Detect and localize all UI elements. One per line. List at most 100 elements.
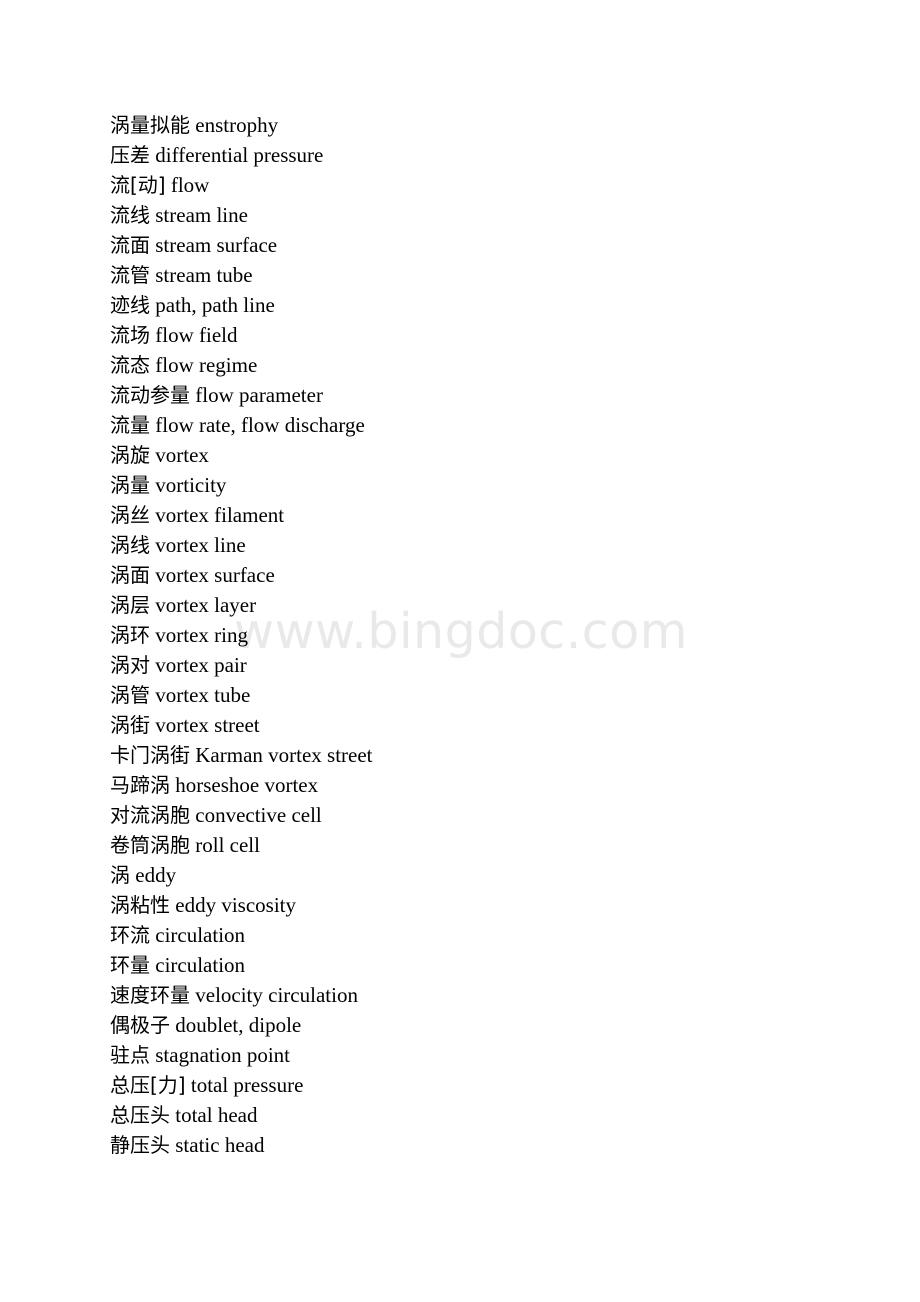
- glossary-entry: 涡量 vorticity: [110, 470, 880, 500]
- glossary-entry: 驻点 stagnation point: [110, 1040, 880, 1070]
- glossary-entry: 涡环 vortex ring: [110, 620, 880, 650]
- term-chinese: 涡街: [110, 713, 150, 737]
- term-chinese: 迹线: [110, 293, 150, 317]
- term-english: enstrophy: [195, 113, 279, 137]
- glossary-entry: 对流涡胞 convective cell: [110, 800, 880, 830]
- term-english: convective cell: [195, 803, 322, 827]
- glossary-entry: 流[动] flow: [110, 170, 880, 200]
- term-english: stagnation point: [155, 1043, 290, 1067]
- term-chinese: 涡环: [110, 623, 150, 647]
- glossary-entry: 总压[力] total pressure: [110, 1070, 880, 1100]
- term-chinese: 环量: [110, 953, 150, 977]
- term-chinese: 涡层: [110, 593, 150, 617]
- term-chinese: 涡管: [110, 683, 150, 707]
- glossary-entry: 环流 circulation: [110, 920, 880, 950]
- term-chinese: 流场: [110, 323, 150, 347]
- glossary-entry: 涡面 vortex surface: [110, 560, 880, 590]
- term-chinese: 压差: [110, 143, 150, 167]
- term-english: flow rate, flow discharge: [155, 413, 365, 437]
- glossary-entry: 流面 stream surface: [110, 230, 880, 260]
- term-chinese: 涡量: [110, 473, 150, 497]
- term-english: horseshoe vortex: [175, 773, 319, 797]
- term-chinese: 总压头: [110, 1103, 170, 1127]
- term-chinese: 静压头: [110, 1133, 170, 1157]
- term-english: flow parameter: [195, 383, 323, 407]
- glossary-entry: 流动参量 flow parameter: [110, 380, 880, 410]
- glossary-entry: 涡管 vortex tube: [110, 680, 880, 710]
- glossary-entry: 卷筒涡胞 roll cell: [110, 830, 880, 860]
- glossary-entry: 涡层 vortex layer: [110, 590, 880, 620]
- term-english: vortex filament: [155, 503, 285, 527]
- term-chinese: 驻点: [110, 1043, 150, 1067]
- term-chinese: 卷筒涡胞: [110, 833, 190, 857]
- term-chinese: 对流涡胞: [110, 803, 190, 827]
- term-chinese: 流管: [110, 263, 150, 287]
- glossary-entry: 涡街 vortex street: [110, 710, 880, 740]
- term-chinese: 涡丝: [110, 503, 150, 527]
- glossary-entry: 马蹄涡 horseshoe vortex: [110, 770, 880, 800]
- term-english: vortex tube: [155, 683, 251, 707]
- term-english: vortex: [155, 443, 209, 467]
- glossary-term-list: 涡量拟能 enstrophy 压差 differential pressure 流[…: [110, 110, 880, 1160]
- term-chinese: 流量: [110, 413, 150, 437]
- term-english: static head: [175, 1133, 265, 1157]
- term-chinese: 涡面: [110, 563, 150, 587]
- glossary-entry: 流量 flow rate, flow discharge: [110, 410, 880, 440]
- term-chinese: 偶极子: [110, 1013, 170, 1037]
- glossary-entry: 涡粘性 eddy viscosity: [110, 890, 880, 920]
- term-chinese: 涡量拟能: [110, 113, 190, 137]
- term-english: vortex layer: [155, 593, 257, 617]
- term-chinese: 涡对: [110, 653, 150, 677]
- term-english: stream tube: [155, 263, 253, 287]
- term-chinese: 涡旋: [110, 443, 150, 467]
- term-english: roll cell: [195, 833, 260, 857]
- glossary-entry: 环量 circulation: [110, 950, 880, 980]
- term-chinese: 卡门涡街: [110, 743, 190, 767]
- term-english: total pressure: [190, 1073, 304, 1097]
- glossary-entry: 流场 flow field: [110, 320, 880, 350]
- term-english: circulation: [155, 953, 246, 977]
- term-chinese: 环流: [110, 923, 150, 947]
- term-chinese: 马蹄涡: [110, 773, 170, 797]
- glossary-entry: 流线 stream line: [110, 200, 880, 230]
- term-chinese: 涡: [110, 863, 130, 887]
- glossary-entry: 涡线 vortex line: [110, 530, 880, 560]
- glossary-entry: 迹线 path, path line: [110, 290, 880, 320]
- term-english: path, path line: [155, 293, 275, 317]
- glossary-entry: 压差 differential pressure: [110, 140, 880, 170]
- glossary-entry: 流管 stream tube: [110, 260, 880, 290]
- term-english: Karman vortex street: [195, 743, 373, 767]
- term-chinese: 涡线: [110, 533, 150, 557]
- term-chinese: 流态: [110, 353, 150, 377]
- term-english: velocity circulation: [195, 983, 358, 1007]
- term-chinese: 流面: [110, 233, 150, 257]
- term-english: differential pressure: [155, 143, 324, 167]
- document-page: www.bingdoc.com 涡量拟能 enstrophy 压差 differe…: [0, 0, 920, 1302]
- term-chinese: 涡粘性: [110, 893, 170, 917]
- term-english: vorticity: [155, 473, 227, 497]
- glossary-entry: 偶极子 doublet, dipole: [110, 1010, 880, 1040]
- term-chinese: 流线: [110, 203, 150, 227]
- glossary-entry: 卡门涡街 Karman vortex street: [110, 740, 880, 770]
- term-english: vortex surface: [155, 563, 275, 587]
- term-english: vortex ring: [155, 623, 248, 647]
- term-english: circulation: [155, 923, 246, 947]
- term-english: vortex pair: [155, 653, 247, 677]
- term-english: stream line: [155, 203, 248, 227]
- glossary-entry: 总压头 total head: [110, 1100, 880, 1130]
- term-chinese: 速度环量: [110, 983, 190, 1007]
- term-chinese: 流动参量: [110, 383, 190, 407]
- glossary-entry: 涡旋 vortex: [110, 440, 880, 470]
- term-english: stream surface: [155, 233, 278, 257]
- term-english: doublet, dipole: [175, 1013, 302, 1037]
- glossary-entry: 涡量拟能 enstrophy: [110, 110, 880, 140]
- term-chinese: 总压[力]: [110, 1073, 186, 1097]
- term-english: flow field: [155, 323, 238, 347]
- glossary-entry: 流态 flow regime: [110, 350, 880, 380]
- term-english: flow regime: [155, 353, 258, 377]
- term-english: eddy viscosity: [175, 893, 296, 917]
- term-chinese: 流[动]: [110, 173, 166, 197]
- glossary-entry: 静压头 static head: [110, 1130, 880, 1160]
- glossary-entry: 涡对 vortex pair: [110, 650, 880, 680]
- term-english: vortex line: [155, 533, 246, 557]
